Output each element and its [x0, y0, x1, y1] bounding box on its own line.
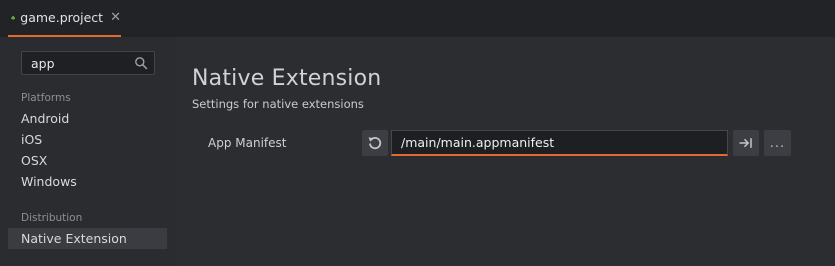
goto-resource-button[interactable] — [733, 130, 759, 156]
section-label-platforms: Platforms — [21, 92, 71, 104]
sidebar-item-native-extension[interactable]: Native Extension — [8, 228, 167, 249]
close-icon[interactable]: ✕ — [110, 11, 121, 24]
sidebar-item-android[interactable]: Android — [21, 111, 69, 126]
reset-icon — [368, 137, 382, 150]
reset-button[interactable] — [362, 130, 388, 156]
sidebar-item-osx[interactable]: OSX — [21, 153, 47, 168]
tab-label: game.project — [20, 10, 104, 25]
tab-bar: game.project ✕ — [0, 0, 835, 37]
defold-leaf-icon — [11, 15, 16, 20]
sidebar-item-ios[interactable]: iOS — [21, 132, 42, 147]
page-subtitle: Settings for native extensions — [192, 97, 364, 111]
app-manifest-label: App Manifest — [208, 136, 287, 150]
tab-game-project[interactable]: game.project ✕ — [8, 0, 121, 37]
page-title: Native Extension — [192, 66, 382, 91]
sidebar-item-label: Native Extension — [21, 231, 127, 246]
section-label-distribution: Distribution — [21, 212, 83, 224]
sidebar-item-windows[interactable]: Windows — [21, 174, 77, 189]
search-box — [21, 51, 155, 75]
search-icon[interactable] — [134, 56, 148, 70]
arrow-to-line-icon — [739, 138, 752, 148]
browse-button[interactable]: ... — [764, 130, 791, 156]
app-manifest-field[interactable] — [391, 130, 728, 156]
